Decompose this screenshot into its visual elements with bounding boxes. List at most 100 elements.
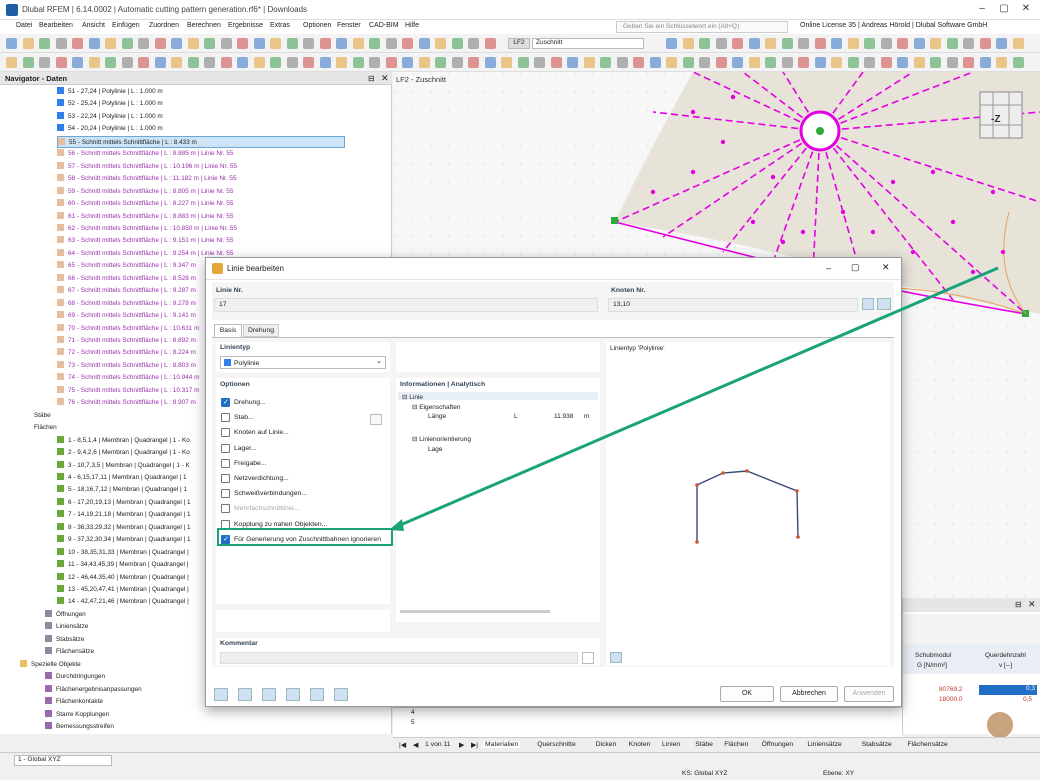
- bottom-tab[interactable]: Öffnungen: [762, 741, 794, 748]
- bottom-tab[interactable]: Dicken: [596, 741, 617, 748]
- option-label[interactable]: Knoten auf Linie...: [234, 429, 289, 436]
- tree-item-surface[interactable]: 8 - 36,33,29,32 | Membran | Quadrangel |…: [57, 522, 191, 534]
- tree-item-surface[interactable]: 5 - 18,16,7,12 | Membran | Quadrangel | …: [57, 484, 187, 496]
- toolbar-tool-icon[interactable]: [699, 57, 710, 68]
- toolbar-tool-icon[interactable]: [897, 57, 908, 68]
- toolbar-tool-icon[interactable]: [154, 57, 166, 68]
- toolbar-tool-icon[interactable]: [319, 57, 331, 68]
- menu-item[interactable]: Einfügen: [112, 22, 140, 29]
- reverse-direction-icon[interactable]: [877, 298, 891, 310]
- toolbar-tool-icon[interactable]: [748, 38, 760, 49]
- load-case-select[interactable]: Zuschnitt: [532, 38, 644, 49]
- toolbar-tool-icon[interactable]: [765, 57, 776, 68]
- maximize-icon[interactable]: ▢: [996, 3, 1012, 17]
- option-checkbox[interactable]: [221, 504, 230, 514]
- option-label[interactable]: Stab...: [234, 414, 254, 421]
- tree-node-surfaces[interactable]: Flächen: [34, 422, 57, 434]
- toolbar-tool-icon[interactable]: [1012, 57, 1024, 68]
- toolbar-tool-icon[interactable]: [979, 57, 991, 68]
- toolbar-tool-icon[interactable]: [451, 38, 463, 49]
- toolbar-tool-icon[interactable]: [39, 57, 50, 68]
- tree-item-line[interactable]: 58 - Schnitt mittels Schnittfläche | L :…: [57, 173, 237, 185]
- tree-item-line[interactable]: 54 - 20,24 | Polylinie | L : 1.000 m: [57, 123, 163, 135]
- toolbar-tool-icon[interactable]: [715, 38, 727, 49]
- toolbar-tool-icon[interactable]: [847, 57, 859, 68]
- toolbar-tool-icon[interactable]: [352, 57, 364, 68]
- toolbar-tool-icon[interactable]: [22, 57, 34, 68]
- minimize-icon[interactable]: –: [974, 3, 990, 17]
- toolbar-tool-icon[interactable]: [880, 57, 892, 68]
- tree-item-line[interactable]: 63 - Schnitt mittels Schnittfläche | L :…: [57, 235, 233, 247]
- option-checkbox[interactable]: [221, 443, 230, 453]
- tree-item-line[interactable]: 57 - Schnitt mittels Schnittfläche | L :…: [57, 161, 237, 173]
- toolbar-tool-icon[interactable]: [748, 57, 760, 68]
- bottom-tab[interactable]: Liniensätze: [807, 741, 841, 748]
- toolbar-tool-icon[interactable]: [517, 57, 529, 68]
- toolbar-tool-icon[interactable]: [253, 38, 265, 49]
- tree-node-members[interactable]: Stäbe: [34, 410, 51, 422]
- toolbar-tool-icon[interactable]: [666, 57, 677, 68]
- toolbar-tool-icon[interactable]: [336, 57, 347, 68]
- option-label[interactable]: Lager...: [234, 445, 257, 452]
- toolbar-tool-icon[interactable]: [121, 38, 133, 49]
- menu-item[interactable]: Optionen: [303, 22, 331, 29]
- close-icon[interactable]: ✕: [882, 262, 890, 273]
- toolbar-tool-icon[interactable]: [39, 38, 50, 49]
- load-case-id[interactable]: LF2: [508, 38, 530, 49]
- tab-drehung[interactable]: Drehung: [243, 324, 279, 337]
- toolbar-tool-icon[interactable]: [55, 38, 67, 49]
- toolbar-tool-icon[interactable]: [831, 57, 842, 68]
- toolbar-tool-icon[interactable]: [22, 38, 34, 49]
- toolbar-tool-icon[interactable]: [963, 57, 974, 68]
- toolbar-tool-icon[interactable]: [121, 57, 133, 68]
- bottom-tab[interactable]: Linien: [662, 741, 680, 748]
- toolbar-tool-icon[interactable]: [319, 38, 331, 49]
- tree-item-surface[interactable]: 1 - 8,5,1,4 | Membran | Quadrangel | 1 -…: [57, 435, 190, 447]
- close-table-icon[interactable]: ✕: [1028, 599, 1036, 610]
- tree-item-line[interactable]: 53 - 22,24 | Polylinie | L : 1.000 m: [57, 111, 163, 123]
- tree-item-line[interactable]: 51 - 27,24 | Polylinie | L : 1.000 m: [57, 86, 163, 98]
- preview-settings-icon[interactable]: [610, 652, 622, 663]
- toolbar-tool-icon[interactable]: [286, 38, 298, 49]
- toolbar-tool-icon[interactable]: [913, 57, 925, 68]
- toolbar-tool-icon[interactable]: [220, 38, 232, 49]
- bottom-tab[interactable]: Querschnitte: [537, 741, 576, 748]
- toolbar-tool-icon[interactable]: [171, 57, 182, 68]
- toolbar-tool-icon[interactable]: [6, 38, 17, 49]
- toolbar-tool-icon[interactable]: [616, 57, 628, 68]
- tree-item-line[interactable]: 65 - Schnitt mittels Schnittfläche | L :…: [57, 260, 196, 272]
- tree-node[interactable]: Liniensätze: [45, 621, 88, 633]
- toolbar-tool-icon[interactable]: [930, 38, 941, 49]
- tree-node[interactable]: Flächenergebnisanpassungen: [45, 684, 142, 696]
- tree-node[interactable]: Stabsätze: [45, 634, 84, 646]
- bottom-tab[interactable]: Flächensätze: [907, 741, 947, 748]
- toolbar-tool-icon[interactable]: [435, 57, 446, 68]
- comment-field[interactable]: [220, 652, 578, 664]
- toolbar-tool-icon[interactable]: [781, 57, 793, 68]
- tree-item-surface[interactable]: 6 - 17,20,19,13 | Membran | Quadrangel |…: [57, 497, 191, 509]
- option-label[interactable]: Netzverdichtung...: [234, 475, 289, 482]
- toolbar-tool-icon[interactable]: [138, 57, 149, 68]
- line-type-select[interactable]: Polylinie ⌄: [220, 356, 386, 369]
- tree-item-surface[interactable]: 7 - 14,19,21,18 | Membran | Quadrangel |…: [57, 509, 191, 521]
- toolbar-tool-icon[interactable]: [187, 38, 199, 49]
- toolbar-tool-icon[interactable]: [336, 38, 347, 49]
- search-input[interactable]: Geben Sie ein Schlüsselwort ein (Alt+Q): [616, 21, 788, 33]
- toolbar-tool-icon[interactable]: [781, 38, 793, 49]
- toolbar-tool-icon[interactable]: [105, 38, 116, 49]
- toolbar-tool-icon[interactable]: [402, 38, 413, 49]
- tree-item-line[interactable]: 61 - Schnitt mittels Schnittfläche | L :…: [57, 211, 233, 223]
- toolbar-tool-icon[interactable]: [567, 57, 578, 68]
- toolbar-tool-icon[interactable]: [633, 57, 644, 68]
- option-checkbox[interactable]: ✓: [221, 398, 230, 407]
- tree-item-line[interactable]: 66 - Schnitt mittels Schnittfläche | L :…: [57, 273, 196, 285]
- ok-button[interactable]: OK: [720, 686, 774, 702]
- tree-node-special[interactable]: Spezielle Objekte: [20, 659, 81, 671]
- tree-node[interactable]: Starre Kopplungen: [45, 709, 109, 721]
- dialog-tool-icon[interactable]: [310, 688, 324, 701]
- node-number-field[interactable]: 13,10: [608, 298, 858, 312]
- toolbar-tool-icon[interactable]: [88, 57, 100, 68]
- toolbar-tool-icon[interactable]: [682, 38, 694, 49]
- toolbar-tool-icon[interactable]: [930, 57, 941, 68]
- tree-node[interactable]: Flächenkontakte: [45, 696, 103, 708]
